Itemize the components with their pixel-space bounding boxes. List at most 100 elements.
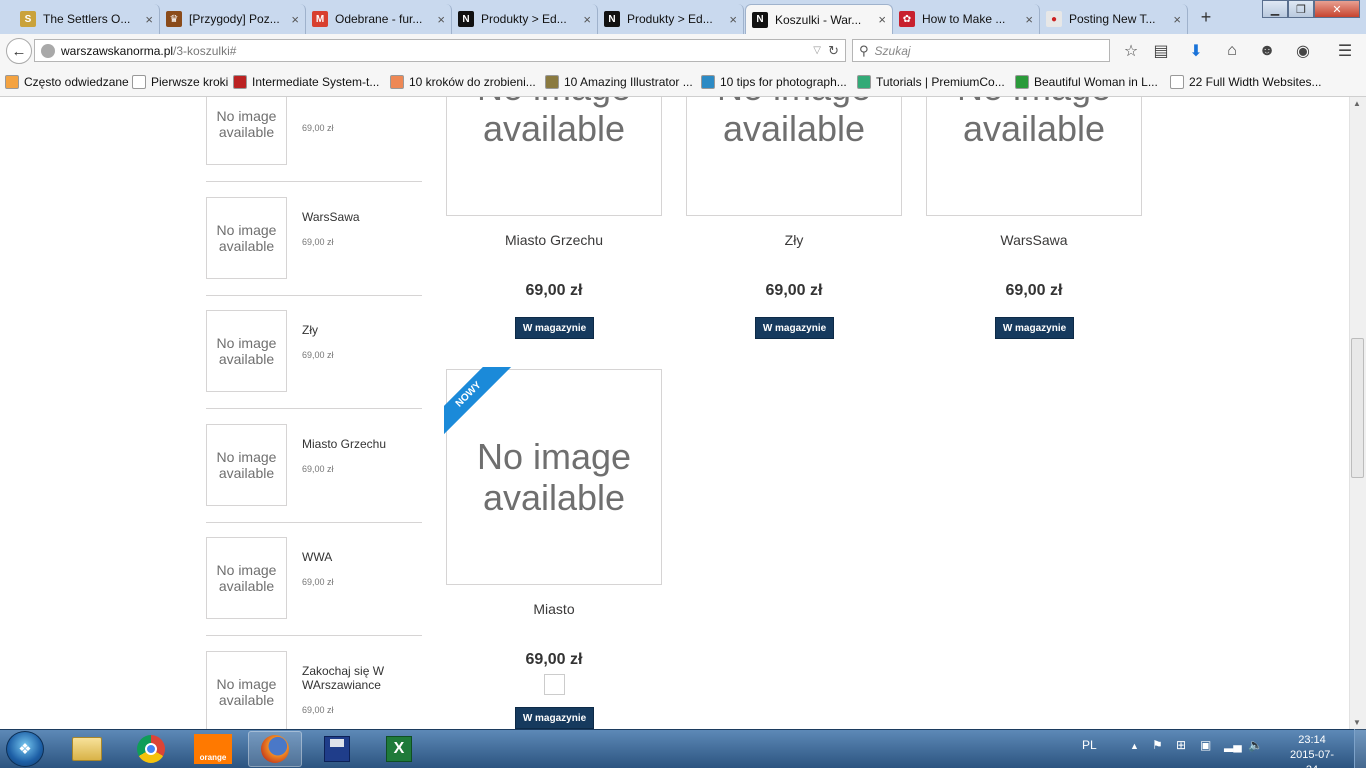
- product-image[interactable]: No image available: [926, 97, 1142, 216]
- scroll-up-icon[interactable]: ▲: [1353, 99, 1361, 108]
- sidebar-product-image[interactable]: No image available: [206, 423, 287, 506]
- tab[interactable]: M Odebrane - fur... ×: [306, 4, 452, 34]
- bookmark-item[interactable]: Tutorials | PremiumCo...: [857, 75, 1005, 89]
- search-box[interactable]: ⚲ Szukaj: [852, 39, 1110, 62]
- product-price: 69,00 zł: [765, 282, 823, 299]
- gmail-icon: M: [312, 11, 328, 27]
- product-price: 69,00 zł: [1005, 282, 1063, 299]
- action-center-flag-icon[interactable]: ⚑: [1152, 738, 1163, 752]
- url-dropdown-icon[interactable]: ▽: [813, 45, 821, 56]
- taskbar-app-button[interactable]: X: [372, 731, 426, 767]
- back-button[interactable]: ←: [6, 38, 32, 64]
- product-image[interactable]: No image available: [446, 97, 662, 216]
- tab-close-icon[interactable]: ×: [583, 12, 591, 27]
- sidebar-product-image[interactable]: No image available: [206, 97, 287, 165]
- firefox-icon: [261, 735, 289, 763]
- sidebar-product-image[interactable]: No image available: [206, 650, 287, 729]
- start-button[interactable]: ❖: [6, 731, 44, 767]
- bookmarks-library-icon[interactable]: ▤: [1150, 40, 1172, 62]
- sidebar-product-image[interactable]: No image available: [206, 537, 287, 619]
- maximize-icon: ❐: [1296, 3, 1306, 16]
- product-name[interactable]: Miasto Grzechu: [446, 232, 662, 248]
- url-bar[interactable]: warszawskanorma.pl/3-koszulki# ▽ ↻: [34, 39, 846, 62]
- tray-expand-icon[interactable]: ▲: [1130, 741, 1139, 751]
- close-window-button[interactable]: ✕: [1314, 0, 1360, 18]
- volume-icon[interactable]: 🔈: [1248, 738, 1263, 752]
- no-image-text: No image available: [216, 108, 277, 140]
- bookmark-item[interactable]: Beautiful Woman in L...: [1015, 75, 1158, 89]
- illustrator-icon: [545, 75, 559, 89]
- bookmark-item[interactable]: Często odwiedzane: [5, 75, 129, 89]
- home-icon[interactable]: ⌂: [1221, 40, 1243, 62]
- sidebar-product-name[interactable]: WWA: [302, 550, 412, 564]
- maximize-button[interactable]: ❐: [1288, 0, 1314, 18]
- signal-icon[interactable]: ▂▄: [1224, 738, 1242, 752]
- tab[interactable]: N Produkty > Ed... ×: [598, 4, 744, 34]
- tab-close-icon[interactable]: ×: [729, 12, 737, 27]
- taskbar-app-button[interactable]: [248, 731, 302, 767]
- page-icon: [132, 75, 146, 89]
- tab-close-icon[interactable]: ×: [145, 12, 153, 27]
- product-image[interactable]: No image available NOWY: [444, 367, 662, 585]
- tab[interactable]: N Produkty > Ed... ×: [452, 4, 598, 34]
- tab-close-icon[interactable]: ×: [437, 12, 445, 27]
- menu-icon[interactable]: ☰: [1334, 40, 1356, 62]
- sidebar-product-name[interactable]: WarsSawa: [302, 210, 412, 224]
- taskbar-app-button[interactable]: [310, 731, 364, 767]
- sidebar-divider: [206, 294, 422, 296]
- language-indicator[interactable]: PL: [1082, 738, 1097, 752]
- system-clock[interactable]: 23:14 2015-07-24: [1286, 733, 1338, 768]
- downloads-icon[interactable]: ⬇: [1185, 40, 1207, 62]
- sidebar-product-image[interactable]: No image available: [206, 196, 287, 279]
- bookmark-label: Często odwiedzane: [24, 75, 129, 89]
- taskbar-app-button[interactable]: orange: [186, 731, 240, 767]
- tab-active[interactable]: N Koszulki - War... ×: [745, 4, 893, 34]
- show-desktop-button[interactable]: [1354, 729, 1366, 768]
- tab-close-icon[interactable]: ×: [291, 12, 299, 27]
- windows-icon[interactable]: ⊞: [1176, 738, 1186, 752]
- new-tab-button[interactable]: +: [1194, 4, 1218, 30]
- bookmark-item[interactable]: 10 kroków do zrobieni...: [390, 75, 536, 89]
- new-badge: NOWY: [444, 367, 514, 437]
- bookmark-label: 22 Full Width Websites...: [1189, 75, 1322, 89]
- product-name[interactable]: Miasto: [446, 601, 662, 617]
- tab-title: Posting New T...: [1069, 12, 1156, 26]
- color-swatch[interactable]: [544, 674, 565, 695]
- tab-close-icon[interactable]: ×: [1025, 12, 1033, 27]
- close-icon: ✕: [1332, 3, 1342, 16]
- bookmark-star-icon[interactable]: ☆: [1120, 40, 1142, 62]
- orange-icon: orange: [194, 734, 232, 764]
- settlers-icon: S: [20, 11, 36, 27]
- color-wheel-icon[interactable]: ◉: [1292, 40, 1314, 62]
- bookmark-item[interactable]: 22 Full Width Websites...: [1170, 75, 1322, 89]
- sidebar-product-name[interactable]: Miasto Grzechu: [302, 437, 412, 451]
- taskbar-app-button[interactable]: [60, 731, 114, 767]
- tab-close-icon[interactable]: ×: [878, 12, 886, 27]
- tab[interactable]: ● Posting New T... ×: [1040, 4, 1188, 34]
- sidebar-product-name[interactable]: Zły: [302, 323, 412, 337]
- wn-logo-icon: N: [752, 11, 768, 28]
- scrollbar-thumb[interactable]: [1351, 338, 1364, 478]
- sidebar-divider: [206, 408, 422, 409]
- sidebar-product-name[interactable]: Zakochaj się W WArszawiance: [302, 664, 412, 692]
- product-name[interactable]: WarsSawa: [926, 232, 1142, 248]
- scroll-down-icon[interactable]: ▼: [1353, 718, 1361, 727]
- product-image[interactable]: No image available: [686, 97, 902, 216]
- product-price: 69,00 zł: [525, 651, 583, 668]
- minimize-button[interactable]: ▁: [1262, 0, 1288, 18]
- taskbar-app-button[interactable]: [124, 731, 178, 767]
- bookmark-item[interactable]: 10 Amazing Illustrator ...: [545, 75, 693, 89]
- tab[interactable]: ✿ How to Make ... ×: [893, 4, 1040, 34]
- bookmark-item[interactable]: 10 tips for photograph...: [701, 75, 847, 89]
- chat-icon[interactable]: ☻: [1256, 40, 1278, 62]
- product-name[interactable]: Zły: [686, 232, 902, 248]
- tab[interactable]: ♛ [Przygody] Poz... ×: [160, 4, 306, 34]
- bookmark-item[interactable]: Intermediate System-t...: [233, 75, 379, 89]
- network-device-icon[interactable]: ▣: [1200, 738, 1211, 752]
- tab[interactable]: S The Settlers O... ×: [14, 4, 160, 34]
- wordpress-icon: [701, 75, 715, 89]
- reload-icon[interactable]: ↻: [828, 43, 839, 59]
- bookmark-item[interactable]: Pierwsze kroki: [132, 75, 228, 89]
- sidebar-product-image[interactable]: No image available: [206, 310, 287, 392]
- tab-close-icon[interactable]: ×: [1173, 12, 1181, 27]
